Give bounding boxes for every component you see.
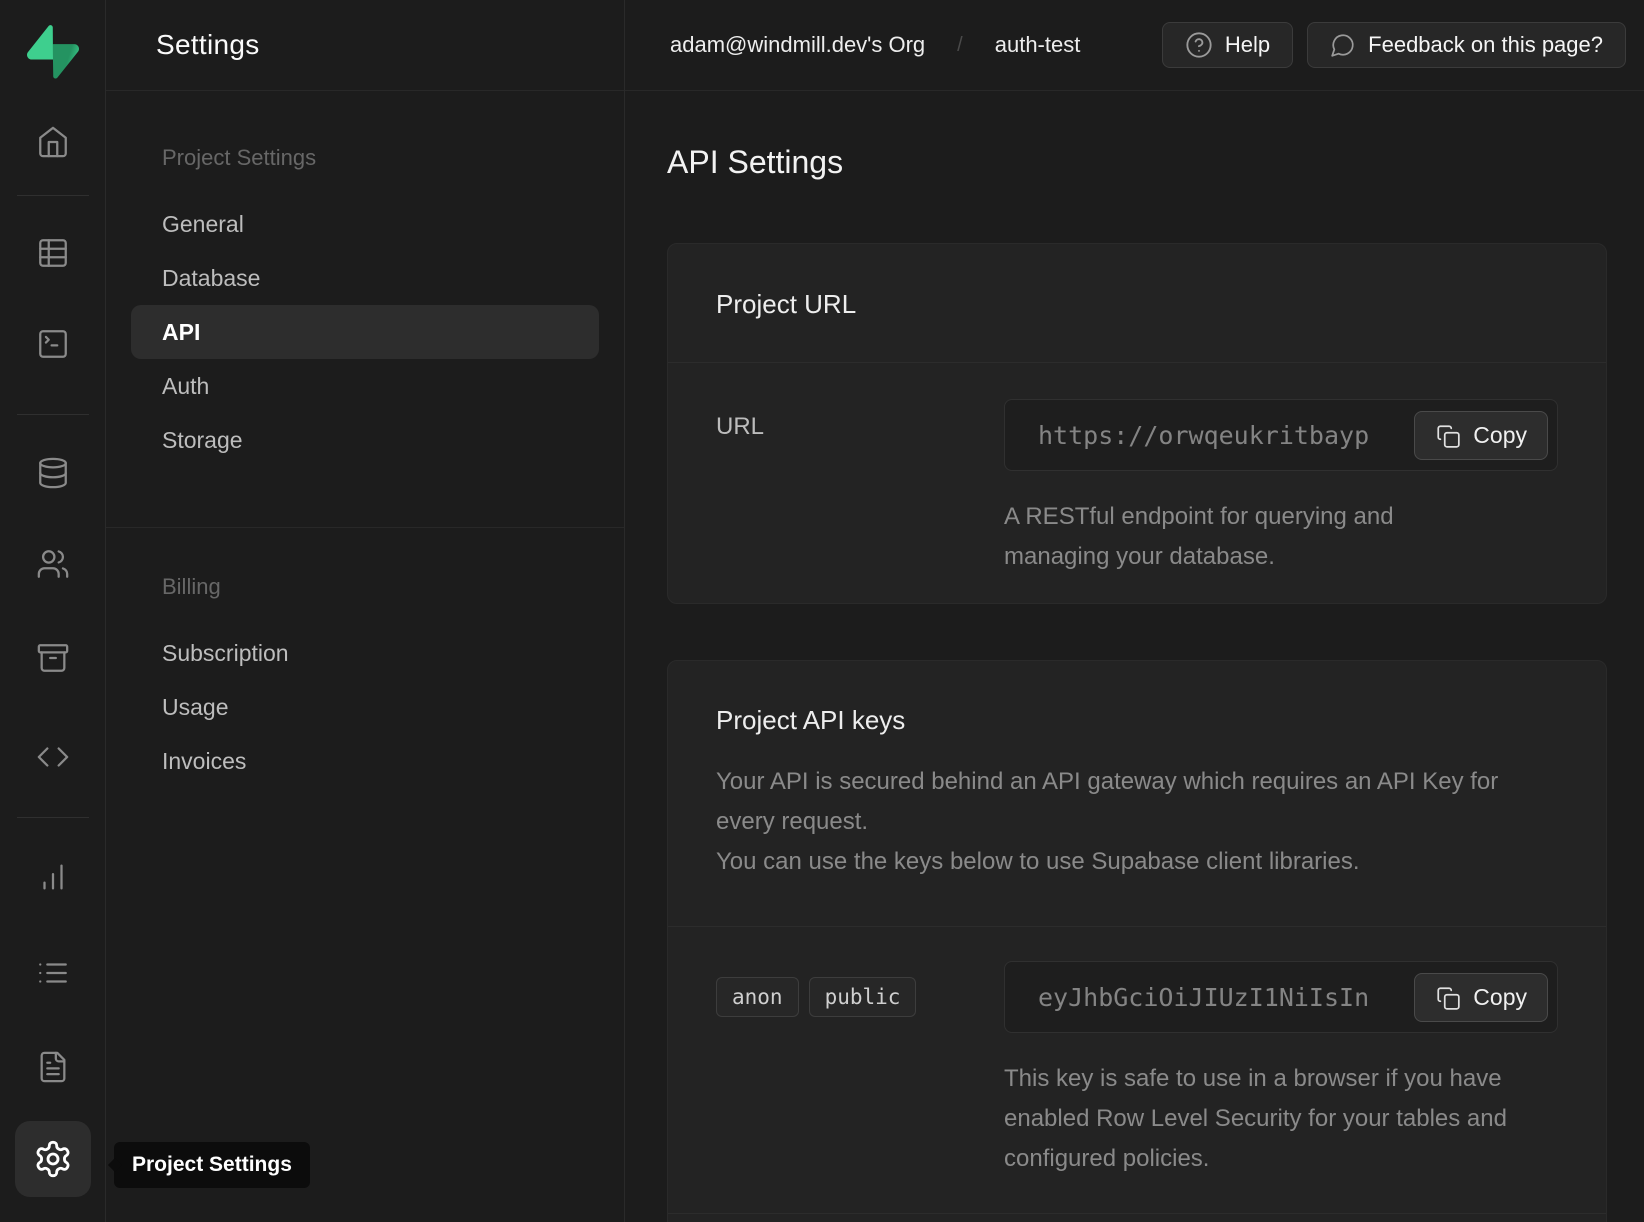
supabase-bolt-icon	[27, 25, 79, 79]
anon-key-description: This key is safe to use in a browser if …	[1004, 1059, 1514, 1179]
copy-icon	[1435, 423, 1461, 449]
nav-item-usage[interactable]: Usage	[131, 680, 599, 734]
nav-sql-editor[interactable]	[31, 322, 75, 366]
project-url-value: https://orwqeukritbayp	[1038, 421, 1369, 450]
help-button[interactable]: Help	[1162, 22, 1293, 68]
gear-icon	[33, 1139, 73, 1179]
anon-key-value: eyJhbGciOiJIUzI1NiIsIn	[1038, 983, 1369, 1012]
table-icon	[36, 236, 70, 270]
api-keys-card-header: Project API keys Your API is secured beh…	[668, 661, 1606, 926]
section-header-billing: Billing	[162, 572, 624, 602]
main-area: adam@windmill.dev's Org / auth-test Help…	[625, 0, 1644, 1222]
copy-anon-key-button[interactable]: Copy	[1414, 973, 1548, 1022]
nav-item-invoices[interactable]: Invoices	[131, 734, 599, 788]
nav-item-storage[interactable]: Storage	[131, 413, 599, 467]
sidebar-divider	[17, 195, 89, 196]
main-header: adam@windmill.dev's Org / auth-test Help…	[625, 0, 1644, 91]
nav-item-api[interactable]: API	[131, 305, 599, 359]
breadcrumb-organization[interactable]: adam@windmill.dev's Org	[670, 32, 925, 58]
nav-item-general[interactable]: General	[131, 197, 599, 251]
tooltip-label: Project Settings	[132, 1153, 292, 1177]
code-icon	[36, 740, 70, 774]
project-url-field[interactable]: https://orwqeukritbayp Copy	[1004, 399, 1558, 471]
sidebar-divider	[17, 414, 89, 415]
copy-anon-key-label: Copy	[1473, 984, 1527, 1011]
feedback-button[interactable]: Feedback on this page?	[1307, 22, 1626, 68]
supabase-logo[interactable]	[27, 25, 79, 84]
anon-key-badges: anon public	[716, 961, 1004, 1179]
anon-badge: anon	[716, 977, 799, 1017]
list-icon	[36, 956, 70, 990]
copy-url-button[interactable]: Copy	[1414, 411, 1548, 460]
nav-api-docs[interactable]	[31, 1045, 75, 1089]
settings-title: Settings	[156, 29, 260, 61]
nav-home[interactable]	[31, 120, 75, 164]
help-button-label: Help	[1225, 32, 1270, 58]
nav-item-auth[interactable]: Auth	[131, 359, 599, 413]
nav-project-settings[interactable]	[15, 1121, 91, 1197]
bar-chart-icon	[36, 860, 70, 894]
breadcrumb-separator: /	[957, 34, 963, 57]
project-url-card-title: Project URL	[716, 289, 1558, 320]
project-url-card: Project URL URL https://orwqeukritbayp C…	[667, 243, 1607, 604]
nav-storage[interactable]	[31, 636, 75, 680]
url-row: URL https://orwqeukritbayp Copy A RESTfu…	[668, 363, 1606, 603]
anon-key-field[interactable]: eyJhbGciOiJIUzI1NiIsIn Copy	[1004, 961, 1558, 1033]
billing-section: Billing Subscription Usage Invoices	[106, 527, 624, 788]
nav-authentication[interactable]	[31, 542, 75, 586]
nav-item-subscription[interactable]: Subscription	[131, 626, 599, 680]
nav-reports[interactable]	[31, 855, 75, 899]
nav-database[interactable]	[31, 451, 75, 495]
next-key-row-stub	[668, 1214, 1606, 1222]
database-icon	[36, 456, 70, 490]
archive-box-icon	[36, 641, 70, 675]
api-keys-card-title: Project API keys	[716, 705, 1558, 736]
copy-icon	[1435, 985, 1461, 1011]
project-url-card-header: Project URL	[668, 244, 1606, 362]
project-api-keys-card: Project API keys Your API is secured beh…	[667, 660, 1607, 1222]
settings-nav-header: Settings	[106, 0, 624, 91]
section-header-project-settings: Project Settings	[162, 143, 624, 173]
sidebar-divider	[17, 817, 89, 818]
project-settings-tooltip: Project Settings	[114, 1142, 310, 1188]
file-text-icon	[36, 1050, 70, 1084]
public-badge: public	[809, 977, 917, 1017]
terminal-icon	[36, 327, 70, 361]
url-label: URL	[716, 399, 1004, 577]
settings-nav-panel: Settings Project Settings General Databa…	[106, 0, 625, 1222]
speech-bubble-icon	[1330, 32, 1356, 58]
nav-edge-functions[interactable]	[31, 735, 75, 779]
copy-url-label: Copy	[1473, 422, 1527, 449]
nav-item-database[interactable]: Database	[131, 251, 599, 305]
app-icon-sidebar	[0, 0, 106, 1222]
help-circle-icon	[1185, 31, 1213, 59]
breadcrumb-project[interactable]: auth-test	[995, 32, 1081, 58]
api-keys-intro-2: You can use the keys below to use Supaba…	[716, 842, 1516, 882]
api-keys-intro-1: Your API is secured behind an API gatewa…	[716, 762, 1516, 842]
nav-logs[interactable]	[31, 951, 75, 995]
feedback-button-label: Feedback on this page?	[1368, 32, 1603, 58]
users-icon	[36, 547, 70, 581]
breadcrumb: adam@windmill.dev's Org / auth-test	[670, 32, 1080, 58]
page-title: API Settings	[667, 144, 1607, 181]
home-icon	[36, 125, 70, 159]
nav-table-editor[interactable]	[31, 231, 75, 275]
url-description: A RESTful endpoint for querying and mana…	[1004, 497, 1484, 577]
anon-key-row: anon public eyJhbGciOiJIUzI1NiIsIn Copy …	[668, 927, 1606, 1213]
project-settings-section: Project Settings General Database API Au…	[106, 143, 624, 467]
